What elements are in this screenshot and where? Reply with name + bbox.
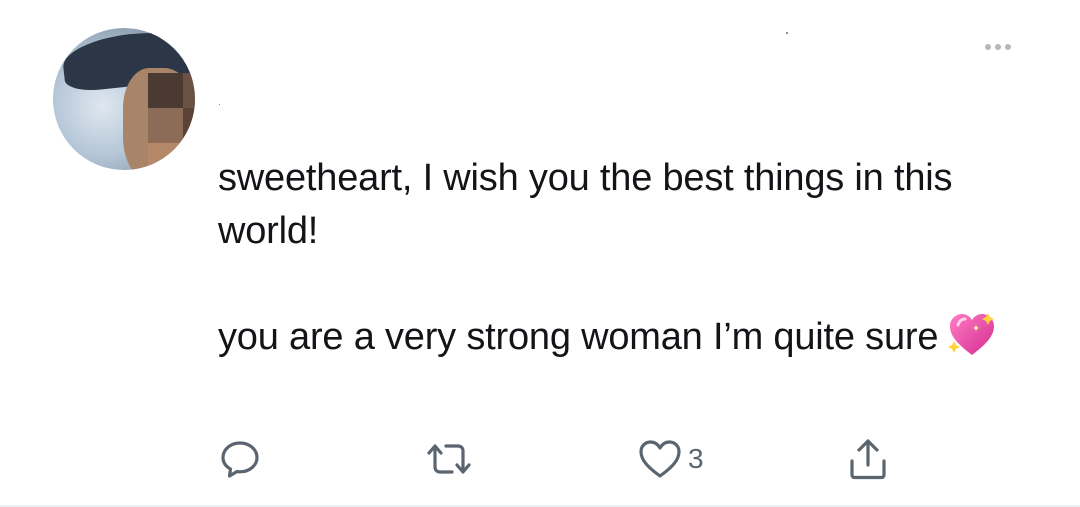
retweet-icon: [425, 439, 473, 479]
like-button[interactable]: 3: [638, 435, 704, 483]
share-icon: [848, 437, 888, 481]
reply-button[interactable]: [220, 435, 260, 483]
retweet-button[interactable]: [425, 435, 473, 483]
more-options-button[interactable]: [985, 40, 1025, 54]
tweet-paragraph-2-text: you are a very strong woman I’m quite su…: [218, 316, 939, 358]
sparkling-heart-icon: [946, 311, 998, 374]
heart-icon: [638, 439, 682, 479]
avatar-pixelation: [148, 73, 195, 170]
tweet-actions: 3: [0, 435, 1080, 485]
like-count: 3: [688, 443, 704, 474]
tweet-paragraph-2: you are a very strong woman I’m quite su…: [218, 311, 1018, 374]
reply-icon: [220, 439, 260, 479]
share-button[interactable]: [848, 435, 888, 483]
tweet-text: sweetheart, I wish you the best things i…: [218, 152, 1018, 374]
more-icon: [985, 44, 1011, 50]
tweet-paragraph-1: sweetheart, I wish you the best things i…: [218, 157, 953, 252]
dust-speck: [786, 32, 788, 34]
dust-speck: [219, 104, 220, 105]
avatar[interactable]: [53, 28, 195, 170]
